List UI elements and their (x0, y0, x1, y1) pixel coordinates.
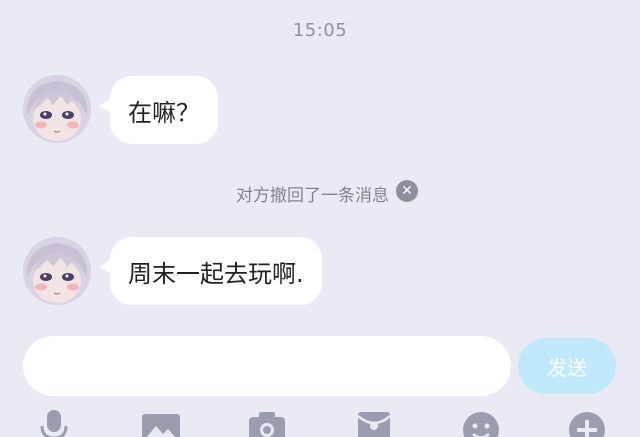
toolbar (0, 408, 640, 437)
red-packet-icon[interactable] (354, 408, 394, 437)
message-bubble[interactable]: 周末一起去玩啊. (99, 237, 322, 305)
emoji-icon[interactable] (461, 408, 501, 437)
camera-icon[interactable] (247, 408, 287, 437)
recall-notice-row: 对方撤回了一条消息 ✕ (0, 178, 640, 206)
recall-notice-text: 对方撤回了一条消息 (236, 186, 389, 206)
message-bubble[interactable]: 在嘛？ (99, 76, 218, 144)
message-input[interactable] (23, 336, 511, 396)
message-text: 在嘛？ (128, 98, 200, 127)
microphone-icon[interactable] (34, 408, 74, 437)
avatar[interactable] (23, 237, 91, 305)
plus-icon[interactable] (567, 408, 607, 437)
avatar[interactable] (23, 75, 91, 143)
message-text: 周末一起去玩啊. (128, 259, 304, 288)
image-icon[interactable] (141, 408, 181, 437)
composer: 发送 (0, 336, 640, 396)
close-icon[interactable]: ✕ (396, 180, 418, 202)
timestamp: 15:05 (292, 20, 348, 41)
send-button[interactable]: 发送 (518, 338, 616, 394)
